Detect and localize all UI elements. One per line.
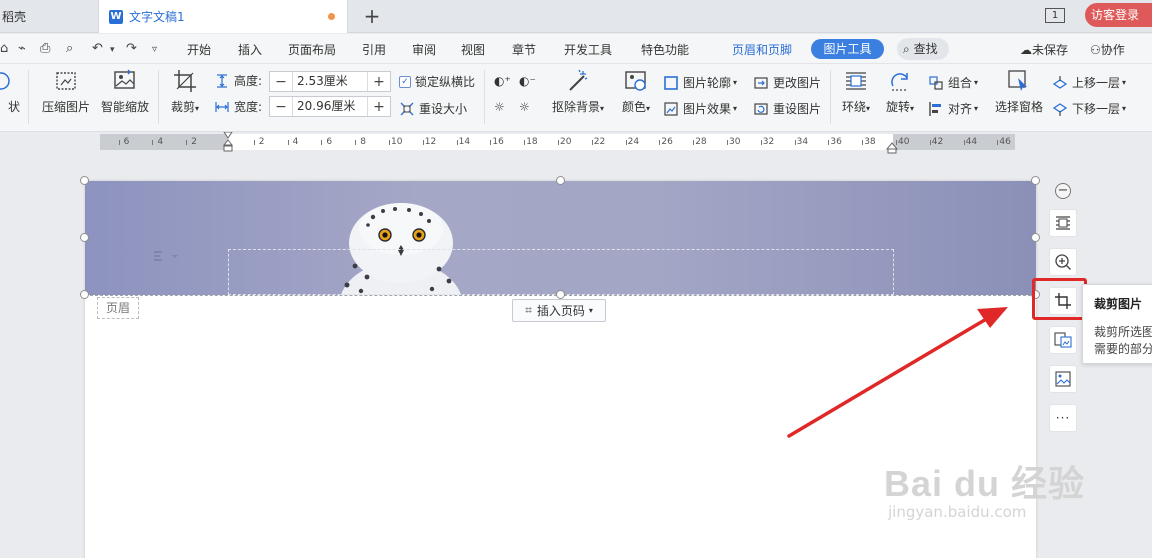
baidu-watermark: Bai du 经验 jingyan.baidu.com xyxy=(884,455,1085,521)
watermark-brand: Bai du 经验 xyxy=(884,463,1086,504)
